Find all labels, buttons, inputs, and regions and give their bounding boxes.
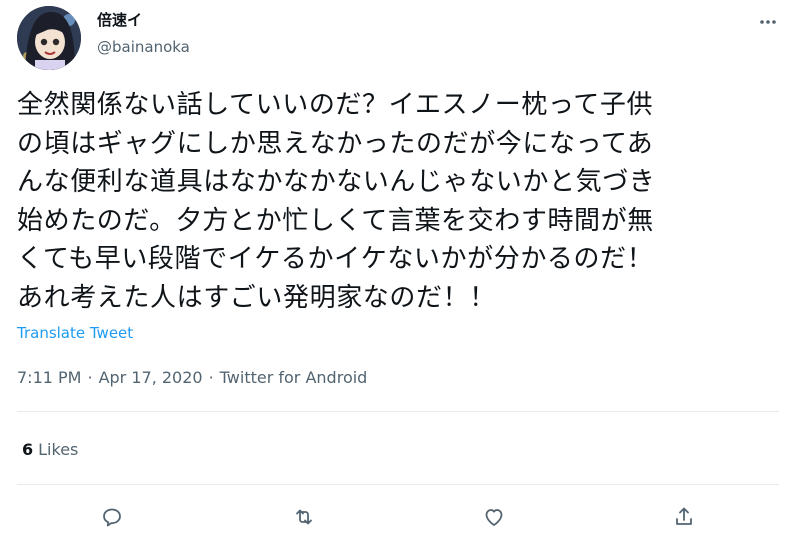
meta-separator: · [208,368,214,387]
like-button[interactable] [477,500,511,534]
tweet-source[interactable]: Twitter for Android [220,367,368,389]
retweet-button[interactable] [287,500,321,534]
divider [17,411,779,412]
likes-stat[interactable]: 6 Likes [22,439,78,461]
share-icon [676,507,692,525]
tweet-date[interactable]: Apr 17, 2020 [99,367,203,389]
tweet-meta: 7:11 PM · Apr 17, 2020 · Twitter for And… [17,367,367,389]
display-name[interactable]: 倍速イ [97,10,142,30]
share-button[interactable] [667,500,701,534]
more-icon [760,20,776,24]
tweet-time[interactable]: 7:11 PM [17,367,81,389]
meta-separator: · [87,368,93,387]
avatar-image [17,6,81,70]
likes-label: Likes [38,440,79,459]
reply-icon [103,508,121,527]
retweet-icon [296,509,312,525]
more-options-button[interactable] [756,10,780,34]
translate-tweet-link[interactable]: Translate Tweet [17,323,133,343]
tweet-text: 全然関係ない話していいのだ？イエスノー枕って子供 の頃はギャグにしか思えなかった… [17,90,656,313]
like-icon [485,509,503,526]
reply-button[interactable] [95,500,129,534]
user-handle[interactable]: @bainanoka [97,37,190,57]
likes-count: 6 [22,440,34,459]
avatar[interactable] [17,6,81,70]
divider [17,484,779,485]
